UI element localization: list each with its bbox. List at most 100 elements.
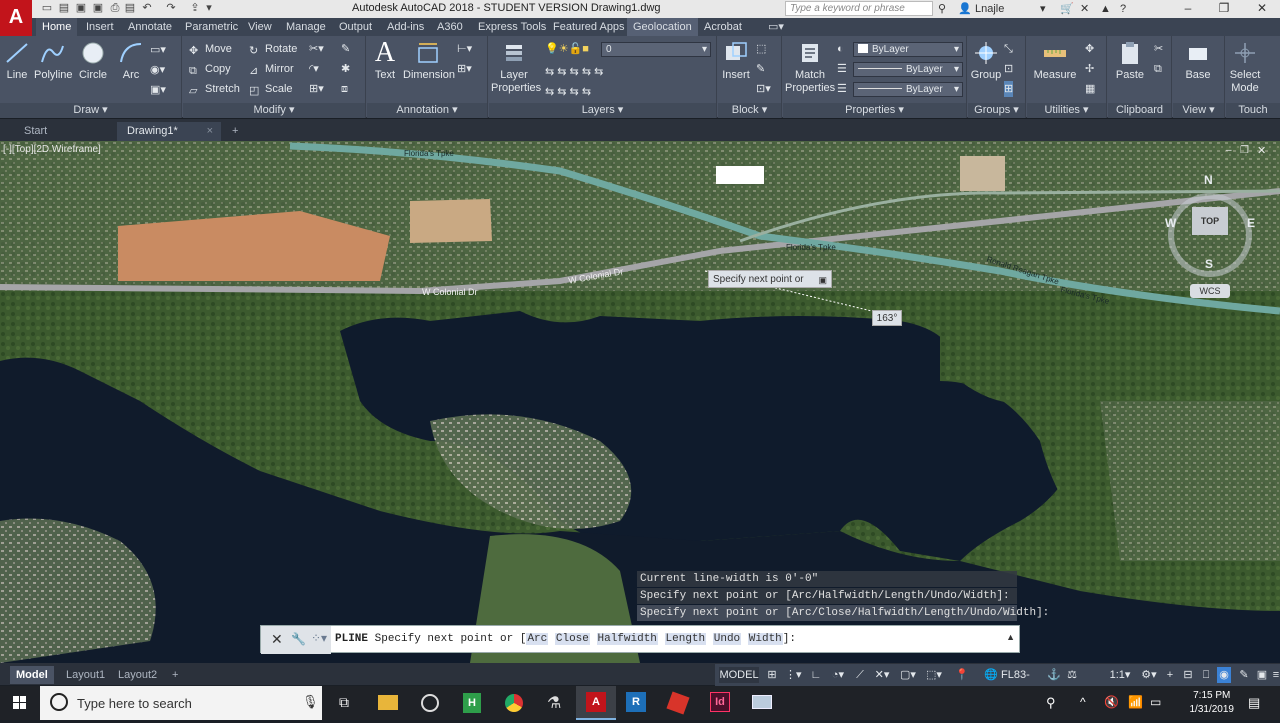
plot-icon[interactable]: ⎙ (108, 2, 122, 15)
erase-icon[interactable]: ✎ (341, 41, 350, 57)
file-explorer-icon[interactable] (368, 686, 408, 720)
battery-icon[interactable]: ▭ (1150, 695, 1161, 709)
insert-button[interactable]: Insert (720, 40, 752, 82)
explode-icon[interactable]: ✱ (341, 61, 350, 77)
save-as-icon[interactable]: ▣ (91, 2, 105, 15)
mirror-button[interactable]: ⊿ Mirror (249, 61, 294, 77)
autocad-logo[interactable]: A (0, 0, 32, 36)
lineweight-icon[interactable]: ☰ (837, 81, 847, 97)
task-view-icon[interactable]: ⧉ (326, 686, 366, 720)
array-icon[interactable]: ⊞▾ (309, 81, 324, 97)
create-block-icon[interactable]: ⬚ (756, 41, 766, 57)
qat-menu-icon[interactable]: ▾ (202, 2, 216, 15)
command-history-toggle-icon[interactable]: ▲ (1006, 632, 1015, 642)
properties-panel-title[interactable]: Properties ▾ (783, 103, 966, 118)
clipboard-panel-title[interactable]: Clipboard (1108, 103, 1171, 118)
angle-input-field[interactable]: 163° (872, 310, 902, 326)
id-point-icon[interactable]: ✥ (1085, 41, 1094, 57)
move-button[interactable]: ✥ Move (189, 41, 232, 57)
offset-icon[interactable]: ⧈ (341, 81, 348, 97)
calculator-icon[interactable]: ▦ (1085, 81, 1095, 97)
hardware-acceleration-icon[interactable]: ◉ (1217, 667, 1231, 683)
restore-button[interactable]: ❐ (1206, 0, 1242, 18)
annotation-monitor-icon[interactable]: + (1163, 667, 1177, 683)
edit-block-icon[interactable]: ✎ (756, 61, 765, 77)
user-menu-chevron-icon[interactable]: ▾ (1040, 1, 1046, 17)
isolate-objects-icon[interactable]: ✎ (1237, 667, 1251, 683)
remote-desktop-icon[interactable] (742, 686, 782, 720)
layer-tools-row-2[interactable]: ⇆ ⇆ ⇆ ⇆ (545, 84, 591, 100)
drawing-canvas[interactable]: W Colonial Dr W Colonial Dr Florida's Tp… (0, 141, 1280, 663)
user-icon[interactable]: 👤 (958, 1, 972, 17)
rectangle-icon[interactable]: ▭▾ (150, 42, 166, 58)
redo-icon[interactable]: ↷ (164, 2, 178, 15)
ribbon-options-icon[interactable]: ▭▾ (762, 18, 790, 36)
annotation-scale-icon[interactable]: ⬚▾ (923, 667, 945, 683)
touch-panel-title[interactable]: Touch (1226, 103, 1280, 118)
close-command-line-icon[interactable]: ✕ (271, 631, 283, 648)
annotation-scale-value[interactable]: 1:1▾ (1105, 667, 1135, 683)
layer-state-icons[interactable]: 💡☀🔓■ (545, 41, 589, 57)
viewport-close-icon[interactable]: ✕ (1257, 144, 1266, 157)
quick-select-icon[interactable]: ✢ (1085, 61, 1094, 77)
paste-button[interactable]: Paste (1112, 40, 1148, 82)
draw-panel-title[interactable]: Draw ▾ (0, 103, 181, 118)
tab-layout2[interactable]: Layout2 (112, 666, 163, 684)
share-icon[interactable]: ⇪ (188, 2, 202, 15)
close-tab-icon[interactable]: × (207, 122, 213, 141)
group-button[interactable]: Group (970, 40, 1002, 82)
auto-scale-icon[interactable]: ⚖ (1065, 667, 1079, 683)
chrome-icon[interactable] (494, 686, 534, 720)
viewport-minimize-icon[interactable]: – (1226, 145, 1232, 156)
tab-output[interactable]: Output (333, 18, 378, 36)
system-tray-chevron-icon[interactable]: ^ (1080, 695, 1086, 709)
close-button[interactable]: ✕ (1244, 0, 1280, 18)
indesign-icon[interactable]: Id (700, 686, 740, 720)
microphone-icon[interactable]: 🎙 (302, 694, 319, 710)
geo-coordinate-system[interactable]: 🌐 FL83-WF (977, 667, 1037, 697)
fillet-icon[interactable]: ◜▾ (309, 61, 319, 77)
trim-icon[interactable]: ✂▾ (309, 41, 324, 57)
clean-screen-icon[interactable]: ▣ (1255, 667, 1269, 683)
polyline-button[interactable]: Polyline (34, 40, 73, 82)
rotate-button[interactable]: ↻ Rotate (249, 41, 297, 57)
minimize-button[interactable]: – (1170, 0, 1206, 18)
viewcube-east[interactable]: E (1247, 216, 1255, 230)
tab-parametric[interactable]: Parametric (179, 18, 244, 36)
app-icon-1[interactable] (410, 686, 450, 720)
undo-icon[interactable]: ↶ (140, 2, 154, 15)
tab-annotate[interactable]: Annotate (122, 18, 178, 36)
recent-commands-icon[interactable]: ⁘▾ (311, 631, 327, 645)
layer-properties-button[interactable]: Layer Properties (491, 40, 541, 95)
lineweight-dropdown[interactable]: ByLayer ▾ (853, 82, 963, 97)
snap-icon[interactable]: ⋮▾ (785, 667, 802, 683)
layers-panel-title[interactable]: Layers ▾ (489, 103, 716, 118)
viewcube-south[interactable]: S (1205, 257, 1213, 271)
copy-button[interactable]: ⧉ Copy (189, 61, 231, 77)
object-snap-tracking-icon[interactable]: ✕▾ (871, 667, 893, 683)
ungroup-icon[interactable]: ⤡ (1004, 41, 1013, 57)
modify-panel-title[interactable]: Modify ▾ (183, 103, 365, 118)
new-tab-button[interactable]: + (226, 122, 248, 141)
scale-button[interactable]: ◰ Scale (249, 81, 293, 97)
viewcube-top-face[interactable]: TOP (1192, 207, 1228, 235)
model-space-button[interactable]: MODEL (719, 667, 759, 683)
option-halfwidth[interactable]: Halfwidth (596, 633, 658, 645)
customization-icon[interactable]: ≡ (1271, 667, 1280, 683)
sketchup-icon[interactable] (658, 686, 698, 720)
line-button[interactable]: Line (4, 40, 30, 82)
object-snap-icon[interactable]: ▢▾ (897, 667, 919, 683)
tab-add-ins[interactable]: Add-ins (381, 18, 430, 36)
grid-icon[interactable]: ⊞ (765, 667, 779, 683)
isodraft-icon[interactable]: ⟋ (853, 667, 867, 683)
print-icon[interactable]: ▤ (123, 2, 137, 15)
revit-icon[interactable]: R (616, 686, 656, 720)
color-dropdown[interactable]: ByLayer ▾ (853, 42, 963, 57)
measure-button[interactable]: Measure (1031, 40, 1079, 82)
viewport-controls-label[interactable]: [-][Top][2D Wireframe] (3, 144, 101, 155)
search-input[interactable]: Type a keyword or phrase (785, 1, 933, 16)
current-layer-dropdown[interactable]: 0 ▾ (601, 42, 711, 57)
file-tab-drawing1[interactable]: Drawing1* × (117, 122, 221, 141)
wcs-menu[interactable]: WCS (1190, 284, 1230, 298)
command-line[interactable]: ✕ 🔧 ⁘▾ PLINE Specify next point or [Arc … (260, 625, 1020, 654)
